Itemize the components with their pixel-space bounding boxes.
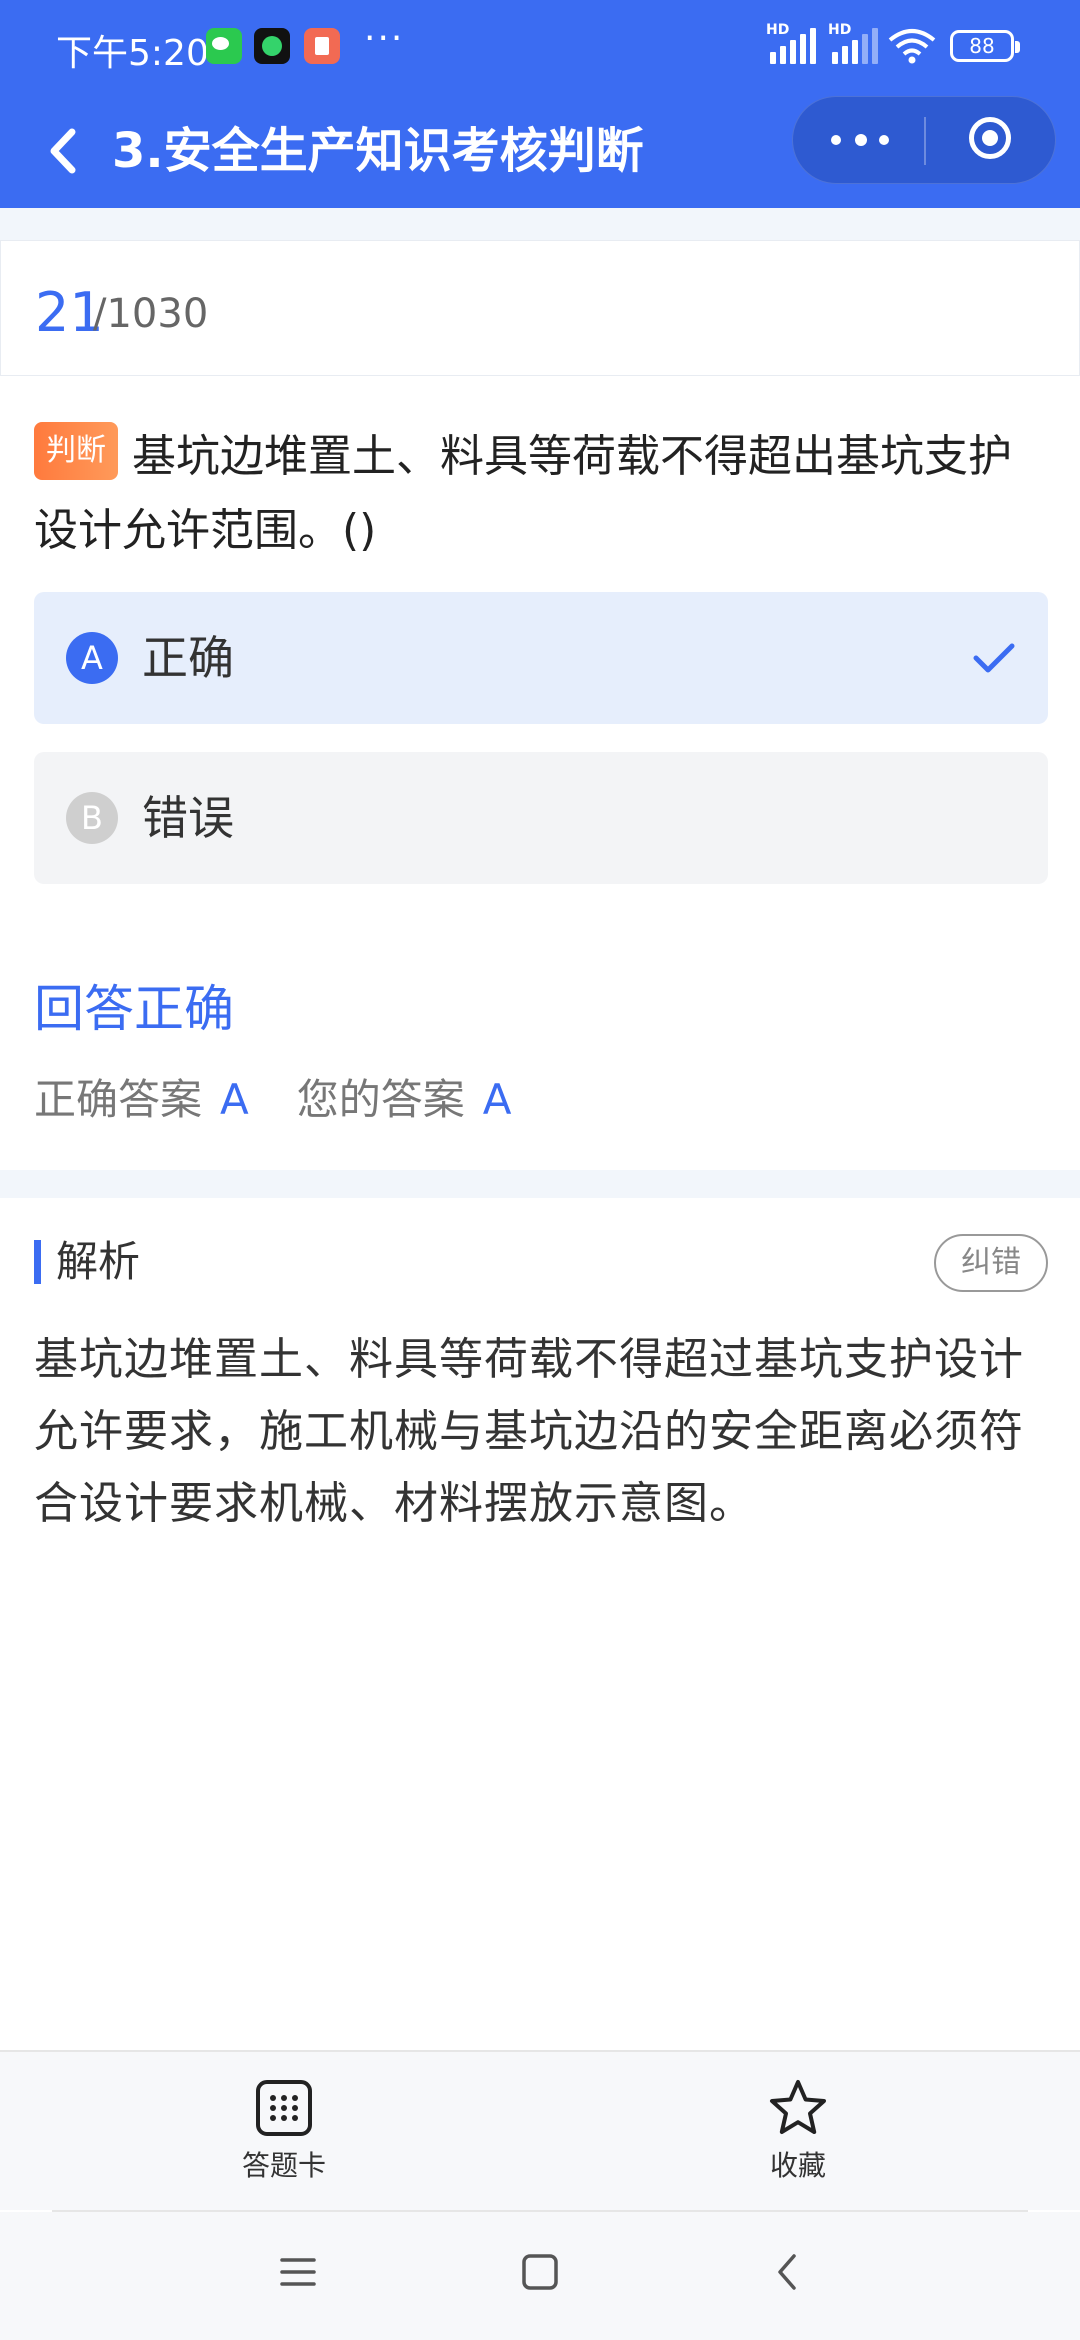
back-button[interactable]: [36, 116, 96, 186]
more-menu-button[interactable]: [793, 97, 925, 185]
total-question-count: /1030: [93, 291, 209, 337]
your-answer-label: 您的答案: [296, 1075, 465, 1124]
option-b-text: 错误: [142, 791, 234, 845]
analysis-title: 解析: [56, 1237, 141, 1286]
header: 下午5:20 ··· HD HD 88 3.安全生产知识考核判断: [0, 0, 1080, 208]
answer-card-button[interactable]: 答题卡: [204, 2078, 364, 2188]
star-icon: [770, 2080, 826, 2134]
system-navigation-bar: [0, 2212, 1080, 2340]
miniprogram-capsule: [792, 96, 1056, 184]
status-time: 下午5:20: [56, 33, 209, 74]
grid-icon: [256, 2080, 312, 2136]
favorite-button[interactable]: 收藏: [718, 2078, 878, 2188]
question-body: 基坑边堆置土、料具等荷载不得超出基坑支护设计允许范围。(): [34, 431, 1012, 556]
signal-icon: HD: [766, 22, 816, 64]
favorite-label: 收藏: [769, 2149, 826, 2182]
question-progress: 21 /1030: [0, 240, 1080, 376]
checkmark-icon: [973, 643, 1015, 673]
option-b-letter: B: [66, 792, 118, 844]
answer-summary: 正确答案 A 您的答案 A: [34, 1070, 512, 1130]
hd-label-2: HD: [828, 22, 852, 38]
app-notification-icon: [254, 28, 290, 64]
signal-icon-2: HD: [828, 22, 878, 64]
option-a-letter: A: [66, 632, 118, 684]
close-miniprogram-button[interactable]: [925, 97, 1057, 185]
question-type-badge: 判断: [34, 422, 118, 480]
section-divider-2: [0, 1170, 1080, 1198]
your-answer-value: A: [482, 1075, 512, 1124]
home-icon[interactable]: [518, 2250, 562, 2294]
answer-card-label: 答题卡: [241, 2149, 326, 2182]
analysis-accent-bar: [34, 1240, 41, 1284]
option-a-text: 正确: [142, 631, 234, 685]
correct-answer-label: 正确答案: [34, 1075, 203, 1124]
chevron-left-icon: [50, 128, 76, 174]
page-title: 3.安全生产知识考核判断: [112, 123, 644, 179]
back-nav-icon[interactable]: [766, 2250, 810, 2294]
menu-icon[interactable]: [276, 2250, 320, 2294]
more-notifications-icon: ···: [364, 18, 405, 59]
clipboard-notification-icon: [304, 28, 340, 64]
wifi-icon: [888, 29, 936, 64]
analysis-text: 基坑边堆置土、料具等荷载不得超过基坑支护设计允许要求，施工机械与基坑边沿的安全距…: [34, 1334, 1024, 1529]
navigation-bar: 3.安全生产知识考核判断: [0, 96, 1080, 208]
result-status: 回答正确: [34, 980, 234, 1038]
section-divider: [0, 208, 1080, 240]
wechat-notification-icon: [206, 28, 242, 64]
option-a[interactable]: A 正确: [34, 592, 1048, 724]
report-error-button[interactable]: 纠错: [934, 1234, 1048, 1292]
hd-label: HD: [766, 22, 790, 38]
question-text: 判断 基坑边堆置土、料具等荷载不得超出基坑支护设计允许范围。(): [34, 420, 1050, 568]
battery-indicator: 88: [950, 30, 1020, 62]
status-bar: 下午5:20 ··· HD HD 88: [0, 0, 1080, 96]
bottom-toolbar: 答题卡 收藏: [0, 2050, 1080, 2210]
option-b[interactable]: B 错误: [34, 752, 1048, 884]
correct-answer-value: A: [220, 1075, 249, 1124]
